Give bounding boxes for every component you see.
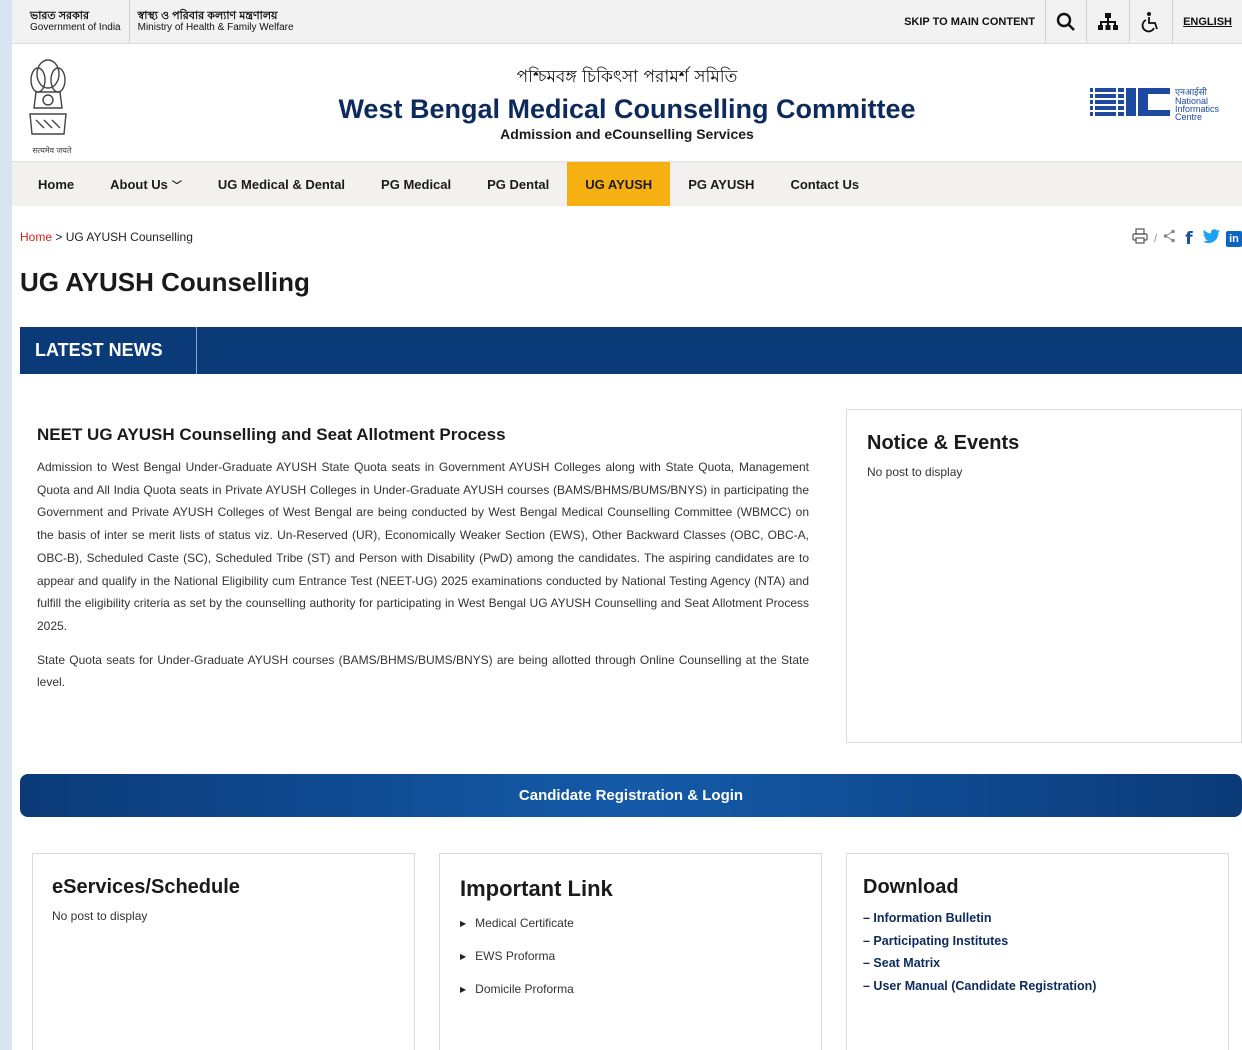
share-icon[interactable]: [1163, 229, 1175, 248]
news-article: NEET UG AYUSH Counselling and Seat Allot…: [37, 425, 809, 705]
page-left-edge: [0, 0, 12, 1050]
important-link-domicile-proforma[interactable]: Domicile Proforma: [475, 982, 574, 996]
accessibility-icon[interactable]: [1129, 0, 1172, 43]
page-title: UG AYUSH Counselling: [20, 267, 310, 297]
important-link-list: ▶ Medical Certificate ▶ EWS Proforma ▶ Domi…: [460, 916, 801, 996]
important-link-card: Important Link ▶ Medical Certificate ▶ EWS…: [439, 853, 822, 1050]
gov-bar: ভারত সরকার Government of India স্বাস্থ্য…: [12, 0, 1242, 44]
breadcrumb-separator: >: [52, 230, 66, 244]
nav-home[interactable]: Home: [20, 162, 92, 206]
article-paragraph-1: Admission to West Bengal Under-Graduate …: [37, 460, 809, 633]
eservices-empty-text: No post to display: [52, 909, 148, 923]
download-information-bulletin[interactable]: – Information Bulletin: [863, 907, 1212, 930]
sitemap-icon[interactable]: [1086, 0, 1129, 43]
nav-ug-ayush-label: UG AYUSH: [585, 176, 653, 192]
important-link-item[interactable]: ▶ EWS Proforma: [460, 949, 801, 963]
nav-ug-medical-dental[interactable]: UG Medical & Dental: [200, 162, 363, 206]
ministry-link[interactable]: স্বাস্থ্য ও পরিবার কল্যাণ মন্ত্রণালয় Mi…: [128, 0, 302, 43]
candidate-registration-label: Candidate Registration & Login: [518, 787, 744, 804]
download-title: Download: [863, 876, 959, 898]
linkedin-icon[interactable]: in: [1226, 230, 1242, 247]
gov-india-english: Government of India: [30, 21, 121, 33]
site-subtitle: Admission and eCounselling Services: [500, 126, 754, 142]
eservices-title: eServices/Schedule: [52, 876, 240, 898]
nic-line3: Centre: [1175, 112, 1202, 122]
nav-pg-ayush[interactable]: PG AYUSH: [670, 162, 772, 206]
important-link-ews-proforma[interactable]: EWS Proforma: [475, 949, 555, 963]
ministry-english: Ministry of Health & Family Welfare: [137, 21, 294, 33]
download-seat-matrix[interactable]: – Seat Matrix: [863, 952, 1212, 975]
nav-contact-us-label: Contact Us: [790, 176, 860, 192]
notice-empty-text: No post to display: [867, 465, 963, 479]
nav-about-us[interactable]: About Us ﹀: [92, 162, 200, 206]
triangle-right-icon: ▶: [460, 918, 467, 928]
page: ভারত সরকার Government of India স্বাস্থ্য…: [12, 0, 1242, 1050]
triangle-right-icon: ▶: [460, 951, 467, 961]
breadcrumb-home-link[interactable]: Home: [20, 230, 52, 244]
nav-pg-ayush-label: PG AYUSH: [688, 176, 755, 192]
important-link-item[interactable]: ▶ Medical Certificate: [460, 916, 801, 930]
nic-logo[interactable]: एनआईसी National Informatics Centre: [1090, 80, 1238, 126]
triangle-right-icon: ▶: [460, 984, 467, 994]
important-link-medical-certificate[interactable]: Medical Certificate: [475, 916, 574, 930]
language-toggle[interactable]: ENGLISH: [1172, 0, 1242, 43]
site-title[interactable]: West Bengal Medical Counselling Committe…: [12, 94, 1242, 125]
gov-india-link[interactable]: ভারত সরকার Government of India: [12, 0, 129, 43]
nav-pg-dental-label: PG Dental: [487, 176, 550, 192]
ministry-hindi: স্বাস্থ্য ও পরিবার কল্যাণ মন্ত্রণালয়: [137, 9, 278, 22]
breadcrumb-current: UG AYUSH Counselling: [65, 230, 193, 244]
download-participating-institutes[interactable]: – Participating Institutes: [863, 930, 1212, 953]
chevron-down-icon: ﹀: [171, 180, 182, 192]
site-title-block: পশ্চিমবঙ্গ চিকিৎসা পরামর্শ সমিতি West Be…: [12, 64, 1242, 142]
nav-pg-medical-label: PG Medical: [381, 176, 452, 192]
main-nav: Home About Us ﹀ UG Medical & Dental PG Me…: [12, 162, 1242, 206]
latest-news-tab[interactable]: LATEST NEWS: [20, 327, 197, 374]
candidate-registration-button[interactable]: Candidate Registration & Login: [20, 774, 1242, 817]
site-header: सत्यमेव जयते পশ্চিমবঙ্গ চিকিৎসা পরামর্শ …: [12, 44, 1242, 162]
eservices-card: eServices/Schedule No post to display: [32, 853, 415, 1050]
breadcrumb-row: Home > UG AYUSH Counselling / f in: [20, 228, 1242, 250]
notice-events-card: Notice & Events No post to display: [846, 409, 1242, 743]
skip-to-main-link[interactable]: SKIP TO MAIN CONTENT: [894, 0, 1045, 43]
nav-pg-medical[interactable]: PG Medical: [363, 162, 469, 206]
gov-india-hindi: ভারত সরকার: [30, 9, 90, 22]
facebook-icon[interactable]: f: [1181, 229, 1197, 249]
important-link-title: Important Link: [460, 876, 613, 901]
article-heading: NEET UG AYUSH Counselling and Seat Allot…: [37, 425, 506, 444]
breadcrumb: Home > UG AYUSH Counselling: [20, 230, 1242, 244]
notice-events-title: Notice & Events: [867, 432, 1020, 454]
nav-contact-us[interactable]: Contact Us: [772, 162, 877, 206]
nav-pg-dental[interactable]: PG Dental: [469, 162, 567, 206]
share-divider: /: [1153, 232, 1157, 245]
site-title-bengali: পশ্চিমবঙ্গ চিকিৎসা পরামর্শ সমিতি: [516, 67, 738, 87]
article-paragraph-2: State Quota seats for Under-Graduate AYU…: [37, 652, 809, 690]
nav-home-label: Home: [38, 176, 75, 192]
gov-utilities: SKIP TO MAIN CONTENT ENGLISH: [894, 0, 1242, 43]
print-icon[interactable]: [1132, 228, 1148, 249]
important-link-item[interactable]: ▶ Domicile Proforma: [460, 982, 801, 996]
download-card: Download – Information Bulletin – Partic…: [846, 853, 1229, 1050]
twitter-icon[interactable]: [1203, 229, 1220, 248]
share-toolbar: / f in: [1132, 228, 1242, 249]
search-icon[interactable]: [1045, 0, 1086, 43]
nav-about-us-label: About Us: [110, 176, 168, 192]
latest-news-band: LATEST NEWS: [20, 327, 1242, 374]
nav-ug-medical-dental-label: UG Medical & Dental: [217, 176, 346, 192]
emblem-caption: सत्यमेव जयते: [32, 146, 72, 155]
gov-identity: ভারত সরকার Government of India স্বাস্থ্য…: [12, 0, 302, 43]
nav-ug-ayush[interactable]: UG AYUSH: [567, 162, 671, 206]
download-user-manual[interactable]: – User Manual (Candidate Registration): [863, 975, 1212, 998]
download-list: – Information Bulletin – Participating I…: [863, 907, 1212, 997]
